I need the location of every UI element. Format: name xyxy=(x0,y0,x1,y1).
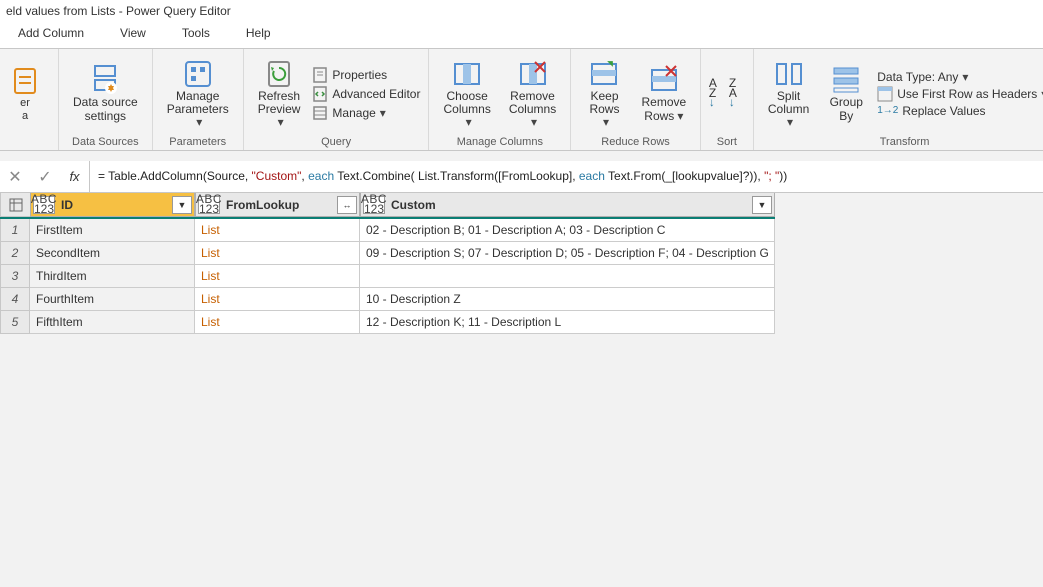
table-icon xyxy=(9,198,23,212)
group-by-button[interactable]: Group By xyxy=(821,62,871,124)
type-icon[interactable]: ABC123 xyxy=(33,196,55,214)
filter-dropdown-icon[interactable]: ▼ xyxy=(172,196,192,214)
column-header-custom[interactable]: ABC123 Custom ▼ xyxy=(360,193,775,217)
use-first-row-button[interactable]: Use First Row as Headers▾ xyxy=(877,86,1043,102)
data-source-icon xyxy=(89,64,121,96)
window-title: eld values from Lists - Power Query Edit… xyxy=(0,0,1043,20)
first-row-icon xyxy=(877,86,893,102)
remove-rows-button[interactable]: Remove Rows▾ xyxy=(636,62,692,124)
ribbon: era Data source settings Data Sources Ma… xyxy=(0,49,1043,151)
fx-label: fx xyxy=(60,161,90,192)
remove-columns-icon xyxy=(517,58,549,90)
cell-id[interactable]: FirstItem xyxy=(30,219,195,242)
refresh-icon xyxy=(263,58,295,90)
row-number[interactable]: 5 xyxy=(0,311,30,334)
manage-parameters-button[interactable]: Manage Parameters▾ xyxy=(161,56,235,132)
cell-id[interactable]: SecondItem xyxy=(30,242,195,265)
column-header-fromlookup[interactable]: ABC123 FromLookup ↔ xyxy=(195,193,360,217)
formula-input[interactable]: = Table.AddColumn(Source, "Custom", each… xyxy=(90,169,1043,184)
manage-button[interactable]: Manage▾ xyxy=(312,105,420,121)
remove-columns-button[interactable]: Remove Columns▾ xyxy=(503,56,562,132)
split-column-button[interactable]: Split Column▾ xyxy=(762,56,815,132)
formula-bar: ✕ ✓ fx = Table.AddColumn(Source, "Custom… xyxy=(0,161,1043,193)
sort-ascending-button[interactable]: AZ↓ xyxy=(709,82,725,106)
menu-tools[interactable]: Tools xyxy=(164,22,228,44)
table-row[interactable]: 3ThirdItemList xyxy=(0,265,775,288)
cell-custom[interactable]: 10 - Description Z xyxy=(360,288,775,311)
table-row[interactable]: 2SecondItemList09 - Description S; 07 - … xyxy=(0,242,775,265)
cell-fromlookup[interactable]: List xyxy=(195,311,360,334)
keep-rows-icon xyxy=(588,58,620,90)
formula-cancel-button[interactable]: ✕ xyxy=(0,167,30,187)
type-icon[interactable]: ABC123 xyxy=(198,196,220,214)
menu-help[interactable]: Help xyxy=(228,22,289,44)
row-number[interactable]: 1 xyxy=(0,219,30,242)
cell-id[interactable]: FourthItem xyxy=(30,288,195,311)
cell-id[interactable]: ThirdItem xyxy=(30,265,195,288)
menu-add-column[interactable]: Add Column xyxy=(0,22,102,44)
table-row[interactable]: 1FirstItemList02 - Description B; 01 - D… xyxy=(0,219,775,242)
row-number[interactable]: 3 xyxy=(0,265,30,288)
group-by-icon xyxy=(830,64,862,96)
cell-fromlookup[interactable]: List xyxy=(195,288,360,311)
cell-id[interactable]: FifthItem xyxy=(30,311,195,334)
data-source-settings-button[interactable]: Data source settings xyxy=(67,62,144,124)
properties-icon xyxy=(312,67,328,83)
manage-icon xyxy=(312,105,328,121)
group-label-query: Query xyxy=(321,134,351,148)
sort-descending-button[interactable]: ZA↓ xyxy=(729,82,745,106)
table-row[interactable]: 4FourthItemList10 - Description Z xyxy=(0,288,775,311)
data-type-button[interactable]: Data Type: Any▾ xyxy=(877,71,1043,83)
row-number[interactable]: 4 xyxy=(0,288,30,311)
partial-button-left[interactable]: era xyxy=(0,63,50,123)
table-row[interactable]: 5FifthItemList12 - Description K; 11 - D… xyxy=(0,311,775,334)
replace-values-button[interactable]: 1→2 Replace Values xyxy=(877,105,1043,117)
group-label-manage-columns: Manage Columns xyxy=(457,134,543,148)
cell-fromlookup[interactable]: List xyxy=(195,219,360,242)
row-number[interactable]: 2 xyxy=(0,242,30,265)
column-header-id[interactable]: ABC123 ID ▼ xyxy=(30,193,195,217)
group-label-sort: Sort xyxy=(717,134,737,148)
parameters-icon xyxy=(182,58,214,90)
cell-custom[interactable] xyxy=(360,265,775,288)
menu-view[interactable]: View xyxy=(102,22,164,44)
doc-icon xyxy=(9,65,41,97)
filter-dropdown-icon[interactable]: ▼ xyxy=(752,196,772,214)
cell-custom[interactable]: 12 - Description K; 11 - Description L xyxy=(360,311,775,334)
data-grid: ABC123 ID ▼ ABC123 FromLookup ↔ ABC123 C… xyxy=(0,193,775,334)
cell-custom[interactable]: 09 - Description S; 07 - Description D; … xyxy=(360,242,775,265)
properties-button[interactable]: Properties xyxy=(312,67,420,83)
group-label-parameters: Parameters xyxy=(169,134,226,148)
group-label-data-sources: Data Sources xyxy=(72,134,139,148)
group-label-reduce-rows: Reduce Rows xyxy=(601,134,669,148)
keep-rows-button[interactable]: Keep Rows▾ xyxy=(579,56,630,132)
cell-fromlookup[interactable]: List xyxy=(195,265,360,288)
choose-columns-icon xyxy=(451,58,483,90)
table-options-button[interactable] xyxy=(0,193,30,217)
formula-accept-button[interactable]: ✓ xyxy=(30,167,60,187)
refresh-preview-button[interactable]: Refresh Preview▾ xyxy=(252,56,307,132)
remove-rows-icon xyxy=(648,64,680,96)
expand-dropdown-icon[interactable]: ↔ xyxy=(337,196,357,214)
type-icon[interactable]: ABC123 xyxy=(363,196,385,214)
advanced-editor-icon xyxy=(312,86,328,102)
menu-bar: Add Column View Tools Help xyxy=(0,20,1043,49)
split-column-icon xyxy=(773,58,805,90)
cell-custom[interactable]: 02 - Description B; 01 - Description A; … xyxy=(360,219,775,242)
cell-fromlookup[interactable]: List xyxy=(195,242,360,265)
advanced-editor-button[interactable]: Advanced Editor xyxy=(312,86,420,102)
group-label-transform: Transform xyxy=(880,134,930,148)
choose-columns-button[interactable]: Choose Columns▾ xyxy=(437,56,496,132)
